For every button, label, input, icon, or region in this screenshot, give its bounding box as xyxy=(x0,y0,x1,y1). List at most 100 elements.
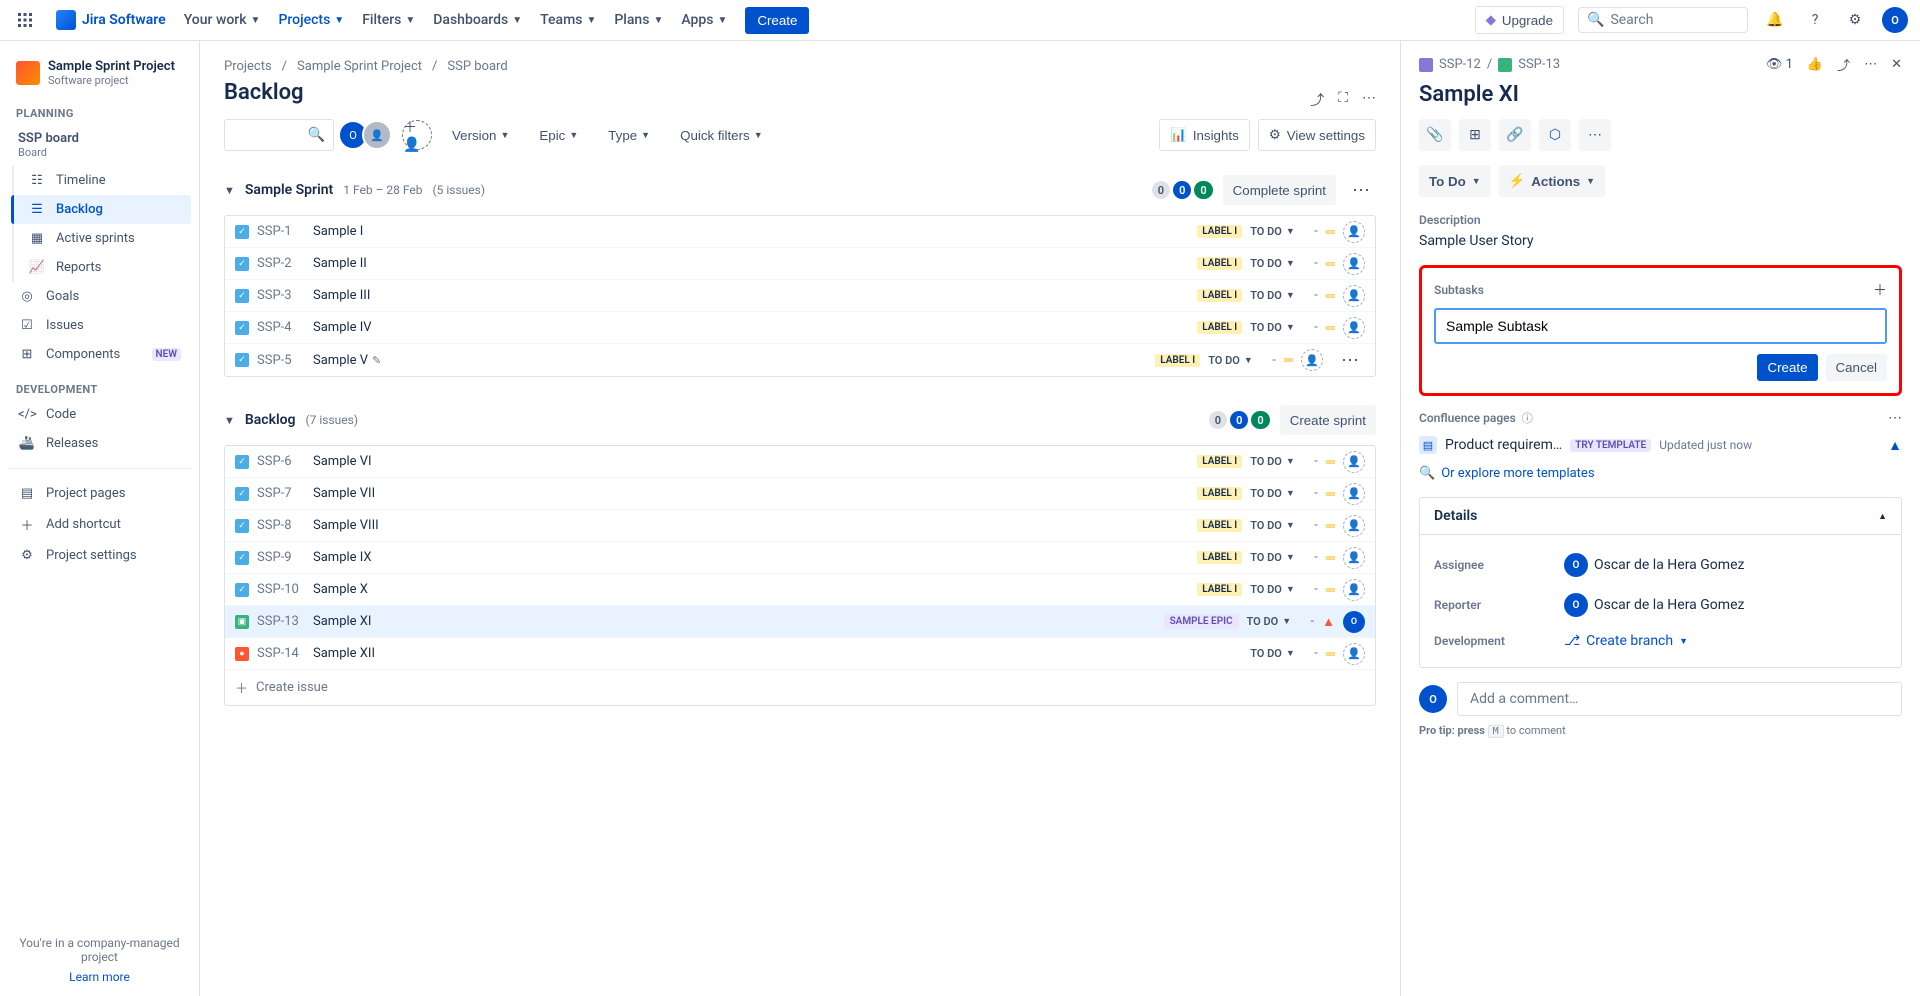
unassigned-icon[interactable]: 👤 xyxy=(1343,317,1365,339)
status-dropdown[interactable]: TO DO ▼ xyxy=(1250,321,1306,334)
watch-icon[interactable]: 👁 1 xyxy=(1766,57,1793,72)
cancel-subtask-button[interactable]: Cancel xyxy=(1826,354,1888,381)
sidebar-item-reports[interactable]: 📈Reports xyxy=(18,253,191,282)
details-toggle[interactable]: Details ▲ xyxy=(1420,498,1901,535)
status-dropdown[interactable]: TO DO ▼ xyxy=(1250,551,1306,564)
unassigned-icon[interactable]: 👤 xyxy=(1343,579,1365,601)
issue-row[interactable]: ✓ SSP-7 Sample VII LABEL I TO DO ▼ - ═ 👤 xyxy=(225,478,1375,510)
insights-button[interactable]: 📊Insights xyxy=(1159,119,1250,151)
create-sprint-button[interactable]: Create sprint xyxy=(1280,405,1376,435)
sidebar-item-add-shortcut[interactable]: ＋Add shortcut xyxy=(8,508,191,541)
nav-dashboards[interactable]: Dashboards▼ xyxy=(433,12,522,28)
more-icon[interactable]: ⋯ xyxy=(1864,57,1877,72)
app-switcher-icon[interactable] xyxy=(12,7,38,33)
add-child-button[interactable]: ⊞ xyxy=(1459,119,1491,151)
unassigned-icon[interactable]: 👤 xyxy=(1343,451,1365,473)
nav-filters[interactable]: Filters▼ xyxy=(362,12,415,28)
status-dropdown[interactable]: TO DO ▼ xyxy=(1250,455,1306,468)
create-branch-link[interactable]: ⎇Create branch▼ xyxy=(1564,633,1688,649)
fullscreen-icon[interactable]: ⛶ xyxy=(1338,90,1348,110)
subtask-input[interactable] xyxy=(1434,308,1887,344)
learn-more-link[interactable]: Learn more xyxy=(8,970,191,984)
upgrade-button[interactable]: ◆Upgrade xyxy=(1475,6,1564,34)
backlog-search[interactable]: 🔍 xyxy=(224,119,334,151)
status-dropdown[interactable]: TO DO ▼ xyxy=(1250,647,1306,660)
version-filter[interactable]: Version▼ xyxy=(442,119,519,151)
unassigned-icon[interactable]: 👤 xyxy=(1343,285,1365,307)
explore-templates-link[interactable]: 🔍 Or explore more templates xyxy=(1419,466,1902,481)
row-more-icon[interactable]: ⋯ xyxy=(1335,346,1365,375)
description-value[interactable]: Sample User Story xyxy=(1419,233,1902,249)
issue-row[interactable]: ✓ SSP-5 Sample V✎ LABEL I TO DO ▼ - ═ 👤⋯ xyxy=(225,344,1375,376)
sidebar-item-releases[interactable]: 🚢Releases xyxy=(8,429,191,458)
issue-row[interactable]: ✓ SSP-4 Sample IV LABEL I TO DO ▼ - ═ 👤 xyxy=(225,312,1375,344)
add-people-button[interactable]: ＋👤 xyxy=(402,120,432,150)
view-settings-button[interactable]: ⚙View settings xyxy=(1258,119,1376,151)
status-dropdown[interactable]: TO DO ▼ xyxy=(1250,519,1306,532)
issue-row[interactable]: ✓ SSP-9 Sample IX LABEL I TO DO ▼ - ═ 👤 xyxy=(225,542,1375,574)
complete-sprint-button[interactable]: Complete sprint xyxy=(1223,175,1336,205)
collapse-toggle[interactable]: ▼ xyxy=(224,184,235,197)
type-filter[interactable]: Type▼ xyxy=(598,119,660,151)
share-icon[interactable]: ⤴ xyxy=(1837,55,1850,74)
confluence-doc-row[interactable]: ▤ Product requirem… TRY TEMPLATE Updated… xyxy=(1419,430,1902,460)
assignee-avatar[interactable]: O xyxy=(1343,611,1365,633)
add-subtask-icon[interactable]: ＋ xyxy=(1873,280,1887,300)
confluence-more-icon[interactable]: ⋯ xyxy=(1888,410,1902,426)
issue-row[interactable]: ✓ SSP-6 Sample VI LABEL I TO DO ▼ - ═ 👤 xyxy=(225,446,1375,478)
status-dropdown[interactable]: TO DO ▼ xyxy=(1250,257,1306,270)
info-icon[interactable]: ⓘ xyxy=(1522,410,1533,426)
unassigned-icon[interactable]: 👤 xyxy=(1343,483,1365,505)
issue-row[interactable]: ✓ SSP-2 Sample II LABEL I TO DO ▼ - ═ 👤 xyxy=(225,248,1375,280)
close-icon[interactable]: ✕ xyxy=(1891,57,1902,72)
status-dropdown[interactable]: TO DO ▼ xyxy=(1247,615,1303,628)
crumb-board[interactable]: SSP board xyxy=(447,59,507,74)
unassigned-icon[interactable]: 👤 xyxy=(1343,515,1365,537)
sprint-more-icon[interactable]: ⋯ xyxy=(1346,176,1376,205)
status-dropdown[interactable]: TO DO ▼ xyxy=(1250,225,1306,238)
nav-projects[interactable]: Projects▼ xyxy=(278,12,344,28)
sidebar-item-timeline[interactable]: ☷Timeline xyxy=(18,166,191,195)
nav-plans[interactable]: Plans▼ xyxy=(614,12,663,28)
issue-row[interactable]: ✓ SSP-1 Sample I LABEL I TO DO ▼ - ═ 👤 xyxy=(225,216,1375,248)
more-actions-button[interactable]: ⋯ xyxy=(1579,119,1611,151)
issue-row[interactable]: ▣ SSP-13 Sample XI SAMPLE EPIC TO DO ▼ -… xyxy=(225,606,1375,638)
unassigned-icon[interactable]: 👤 xyxy=(1343,253,1365,275)
nav-teams[interactable]: Teams▼ xyxy=(540,12,596,28)
help-icon[interactable]: ? xyxy=(1802,7,1828,33)
status-dropdown[interactable]: TO DO ▼ xyxy=(1208,354,1264,367)
sidebar-item-active-sprints[interactable]: ▦Active sprints xyxy=(18,224,191,253)
unassigned-icon[interactable]: 👤 xyxy=(1301,349,1323,371)
status-dropdown[interactable]: To Do▼ xyxy=(1419,165,1491,197)
comment-input[interactable]: Add a comment… xyxy=(1457,682,1902,716)
share-icon[interactable]: ⤴ xyxy=(1310,90,1324,110)
epic-filter[interactable]: Epic▼ xyxy=(529,119,588,151)
crumb-project[interactable]: Sample Sprint Project xyxy=(297,59,422,74)
profile-avatar[interactable]: O xyxy=(1882,7,1908,33)
reporter-value[interactable]: OOscar de la Hera Gomez xyxy=(1564,593,1744,617)
sidebar-item-backlog[interactable]: ☰Backlog xyxy=(11,195,191,224)
unassigned-icon[interactable]: 👤 xyxy=(1343,547,1365,569)
create-subtask-button[interactable]: Create xyxy=(1757,354,1817,381)
board-selector[interactable]: SSP board Board xyxy=(8,124,191,166)
status-dropdown[interactable]: TO DO ▼ xyxy=(1250,289,1306,302)
crumb-projects[interactable]: Projects xyxy=(224,59,272,74)
nav-apps[interactable]: Apps▼ xyxy=(681,12,727,28)
sidebar-item-components[interactable]: ⊞ComponentsNEW xyxy=(8,340,191,369)
sidebar-item-project-settings[interactable]: ⚙Project settings xyxy=(8,541,191,570)
notifications-icon[interactable]: 🔔 xyxy=(1762,7,1788,33)
sidebar-item-code[interactable]: </>Code xyxy=(8,400,191,429)
settings-icon[interactable]: ⚙ xyxy=(1842,7,1868,33)
issue-row[interactable]: ✓ SSP-3 Sample III LABEL I TO DO ▼ - ═ 👤 xyxy=(225,280,1375,312)
jira-logo[interactable]: Jira Software xyxy=(56,10,166,30)
search-input[interactable]: 🔍Search xyxy=(1578,7,1748,33)
create-button[interactable]: Create xyxy=(745,7,809,34)
nav-your-work[interactable]: Your work▼ xyxy=(184,12,261,28)
issue-title[interactable]: Sample XI xyxy=(1419,82,1902,107)
project-card[interactable]: Sample Sprint Project Software project xyxy=(8,53,191,93)
status-dropdown[interactable]: TO DO ▼ xyxy=(1250,583,1306,596)
quick-filters[interactable]: Quick filters▼ xyxy=(670,119,773,151)
unassigned-icon[interactable]: 👤 xyxy=(1343,643,1365,665)
assignee-value[interactable]: OOscar de la Hera Gomez xyxy=(1564,553,1744,577)
sidebar-item-project-pages[interactable]: ▤Project pages xyxy=(8,479,191,508)
